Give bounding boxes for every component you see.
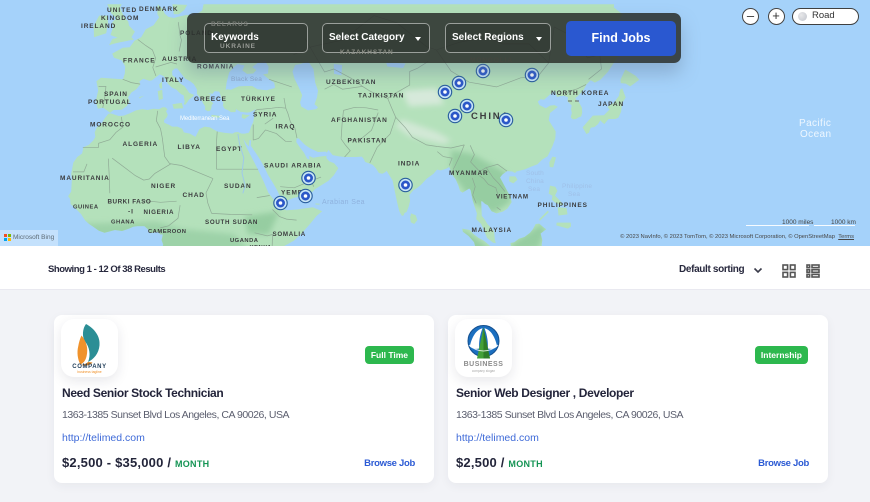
svg-text:MOROCCO: MOROCCO (90, 122, 131, 129)
svg-text:GREECE: GREECE (194, 96, 227, 103)
svg-text:Sea: Sea (528, 186, 540, 193)
svg-text:MALAYSIA: MALAYSIA (472, 227, 513, 234)
svg-text:TAJIKISTAN: TAJIKISTAN (358, 93, 404, 100)
svg-text:IRAQ: IRAQ (276, 124, 296, 131)
svg-text:CAMEROON: CAMEROON (148, 229, 186, 235)
svg-text:PAKISTAN: PAKISTAN (348, 138, 387, 145)
svg-text:BURKI FASO: BURKI FASO (108, 199, 152, 206)
svg-text:NIGERIA: NIGERIA (144, 209, 175, 216)
svg-text:Ocean: Ocean (800, 129, 831, 140)
svg-text:IRELAND: IRELAND (81, 23, 116, 30)
svg-text:UNITED: UNITED (107, 7, 137, 14)
svg-text:BUSINESS: BUSINESS (464, 361, 504, 368)
svg-text:Sea: Sea (568, 191, 580, 198)
svg-text:GUINEA: GUINEA (73, 205, 99, 211)
svg-text:KINGDOM: KINGDOM (101, 15, 139, 22)
svg-text:UGANDA: UGANDA (230, 238, 259, 244)
svg-text:Arabian Sea: Arabian Sea (322, 199, 365, 206)
svg-text:Pacific: Pacific (799, 118, 831, 129)
svg-text:business tagline: business tagline (77, 370, 101, 374)
svg-text:South: South (526, 170, 544, 177)
svg-text:SAUDI ARABIA: SAUDI ARABIA (264, 163, 322, 170)
svg-text:ROMANIA: ROMANIA (197, 64, 234, 71)
svg-text:SOMALIA: SOMALIA (273, 231, 306, 238)
svg-text:NORTH KOREA: NORTH KOREA (551, 90, 609, 97)
svg-text:PHILIPPINES: PHILIPPINES (538, 202, 588, 209)
svg-text:LIBYA: LIBYA (178, 144, 201, 151)
svg-text:Mediterranean Sea: Mediterranean Sea (180, 116, 230, 122)
svg-text:Black Sea: Black Sea (231, 76, 262, 83)
svg-text:UZBEKISTAN: UZBEKISTAN (326, 79, 376, 86)
svg-text:MAURITANIA: MAURITANIA (60, 175, 110, 182)
svg-text:SPAIN: SPAIN (104, 91, 128, 98)
svg-text:DENMARK: DENMARK (139, 6, 179, 13)
svg-text:JAPAN: JAPAN (598, 101, 624, 108)
svg-text:VIETNAM: VIETNAM (496, 194, 529, 201)
svg-text:China: China (526, 178, 544, 185)
svg-text:EGYPT: EGYPT (216, 146, 243, 153)
svg-text:GHANA: GHANA (111, 220, 135, 226)
svg-text:FRANCE: FRANCE (123, 58, 155, 65)
svg-text:ITALY: ITALY (162, 77, 184, 84)
svg-text:company slogan: company slogan (472, 369, 495, 373)
svg-text:INDIA: INDIA (398, 161, 420, 168)
svg-text:CHAD: CHAD (183, 192, 205, 199)
svg-text:SOUTH SUDAN: SOUTH SUDAN (205, 219, 258, 226)
svg-text:NIGER: NIGER (151, 183, 176, 190)
svg-text:SUDAN: SUDAN (224, 183, 252, 190)
svg-text:-I: -I (128, 209, 134, 216)
svg-text:PORTUGAL: PORTUGAL (88, 99, 132, 106)
svg-text:MYANMAR: MYANMAR (449, 170, 489, 177)
svg-text:AFGHANISTAN: AFGHANISTAN (331, 117, 388, 124)
svg-text:TÜRKIYE: TÜRKIYE (241, 94, 276, 103)
svg-text:ALGERIA: ALGERIA (123, 141, 159, 148)
svg-text:SYRIA: SYRIA (253, 112, 277, 119)
svg-text:Philippine: Philippine (562, 183, 592, 190)
